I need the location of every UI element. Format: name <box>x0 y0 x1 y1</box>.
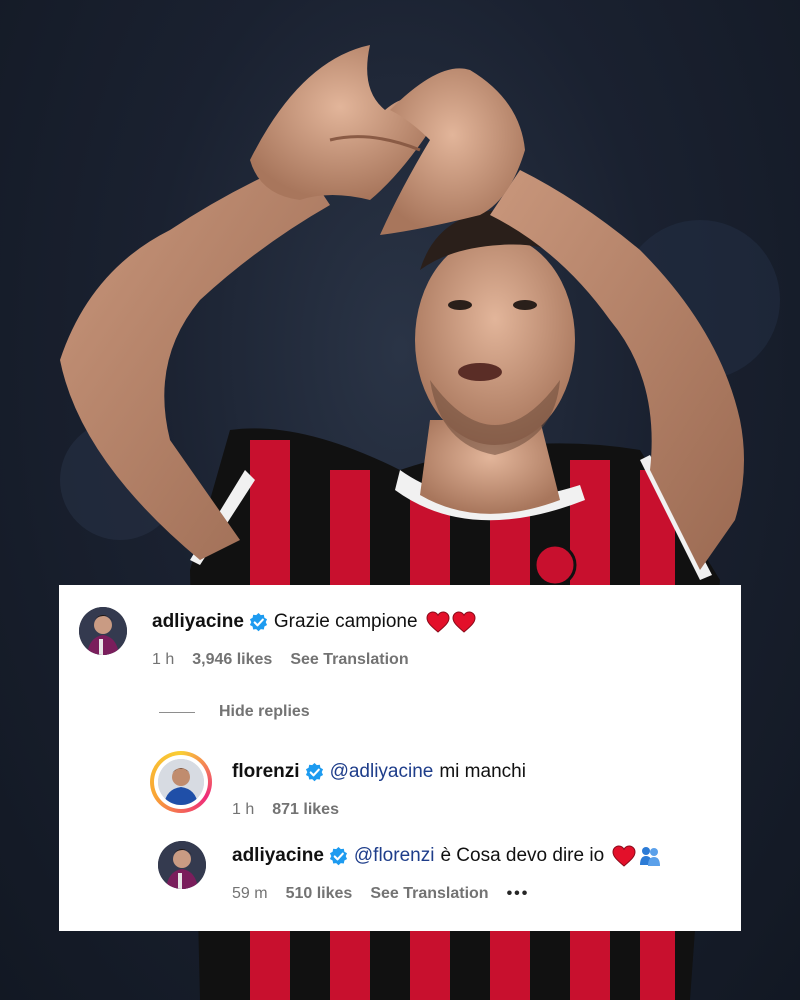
reply-florenzi-line: florenzi @adliyacine mi manchi <box>232 761 526 783</box>
heart-emoji-icon <box>612 845 636 867</box>
florenzi-avatar[interactable] <box>150 751 212 813</box>
first-comment-meta: 1 h 3,946 likes See Translation <box>152 651 409 669</box>
reply-likes[interactable]: 510 likes <box>286 885 353 903</box>
heart-emoji-icon <box>426 611 450 633</box>
adliyacine-avatar[interactable] <box>79 607 127 655</box>
verified-badge-icon <box>305 762 323 781</box>
comment-likes[interactable]: 3,946 likes <box>192 651 272 669</box>
comment-username[interactable]: adliyacine <box>152 611 244 633</box>
verified-badge-icon <box>249 612 267 631</box>
reply-adliyacine-meta: 59 m 510 likes See Translation ••• <box>232 885 529 903</box>
more-options-icon[interactable]: ••• <box>507 885 530 903</box>
reply-florenzi-meta: 1 h 871 likes <box>232 801 339 819</box>
reply-adliyacine-line: adliyacine @florenzi è Cosa devo dire io <box>232 845 662 867</box>
avatar-image <box>158 759 204 805</box>
first-comment-line: adliyacine Grazie campione <box>152 611 476 633</box>
hide-replies-label: Hide replies <box>219 703 310 720</box>
comment-time: 1 h <box>152 651 175 668</box>
hug-emoji-icon <box>640 847 661 866</box>
hide-replies-divider <box>159 712 195 713</box>
comment-text: Grazie campione <box>273 611 418 632</box>
reply-mention[interactable]: @adliyacine <box>330 761 434 783</box>
hide-replies-button[interactable]: Hide replies <box>219 703 310 721</box>
verified-badge-icon <box>329 846 347 865</box>
reply-time: 1 h <box>232 801 255 818</box>
reply-username[interactable]: adliyacine <box>232 845 324 867</box>
adliyacine-avatar[interactable] <box>158 841 206 889</box>
reply-username[interactable]: florenzi <box>232 761 300 783</box>
see-translation-link[interactable]: See Translation <box>290 651 408 669</box>
see-translation-link[interactable]: See Translation <box>370 885 488 903</box>
reply-mention[interactable]: @florenzi <box>354 845 435 867</box>
reply-time: 59 m <box>232 885 268 902</box>
avatar-image <box>79 607 127 655</box>
reply-likes[interactable]: 871 likes <box>272 801 339 819</box>
avatar-image <box>158 841 206 889</box>
comment-card: adliyacine Grazie campione 1 h 3,946 lik… <box>59 585 741 931</box>
reply-text: mi manchi <box>439 761 526 782</box>
reply-text: è Cosa devo dire io <box>440 845 605 866</box>
heart-emoji-icon <box>452 611 476 633</box>
